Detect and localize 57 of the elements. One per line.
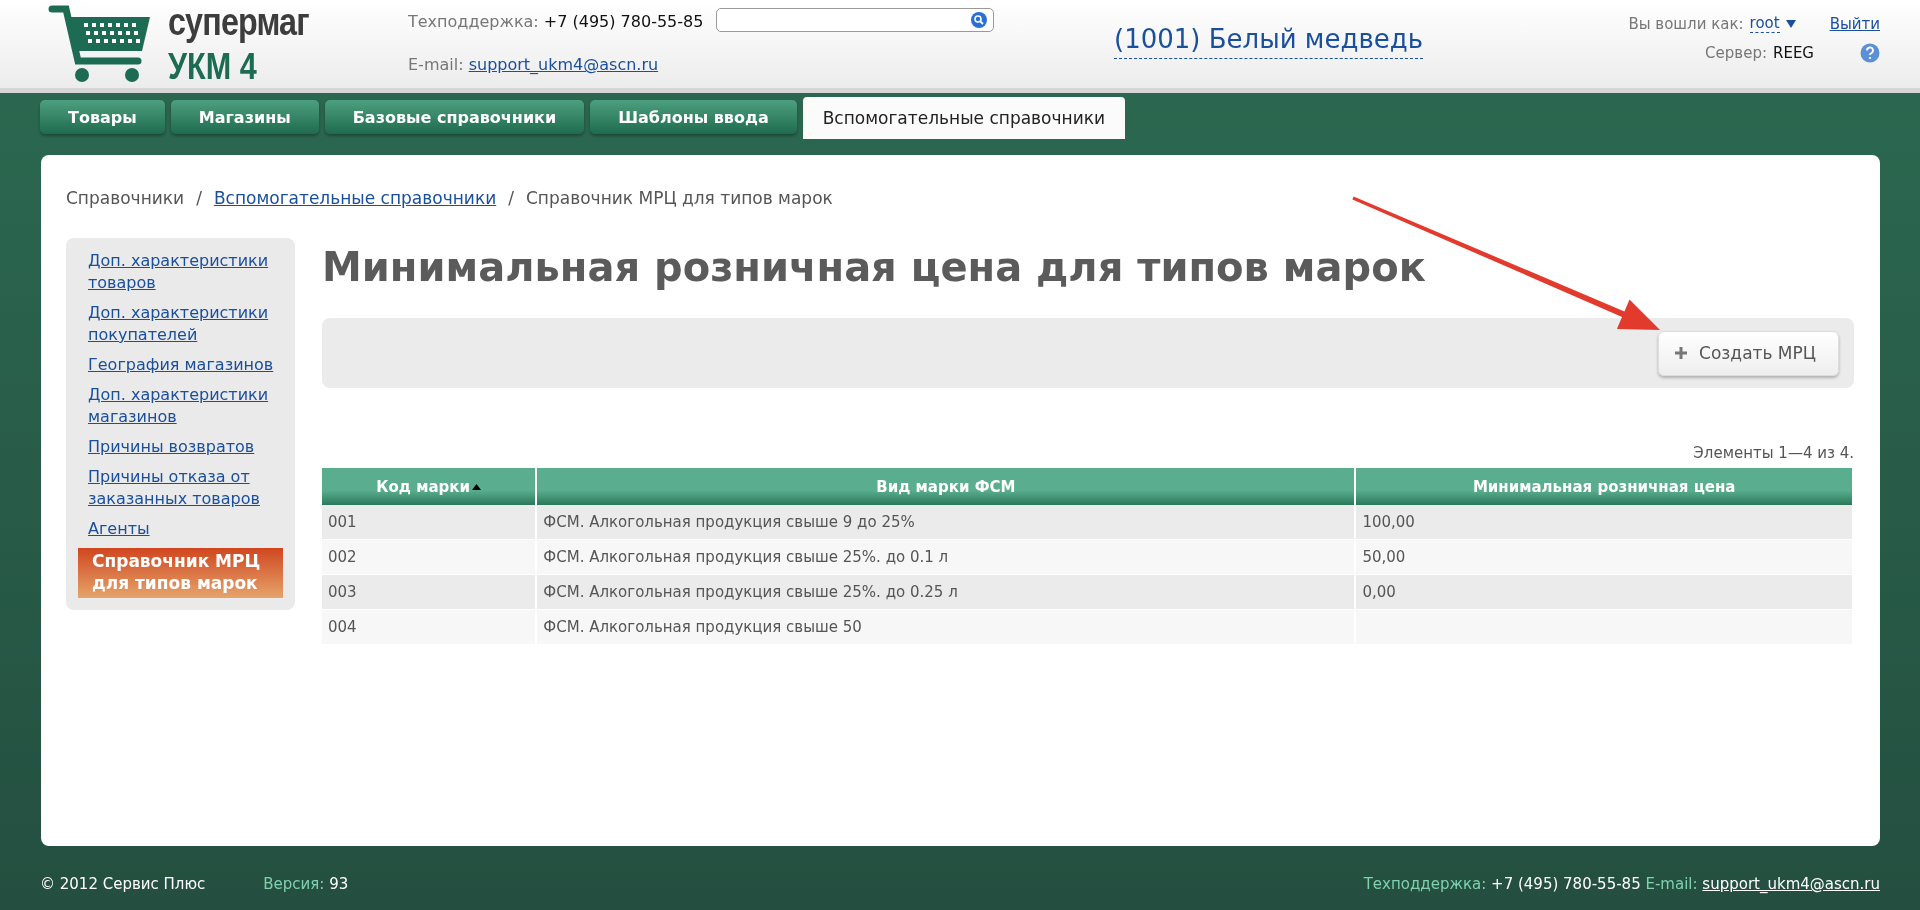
sidebar-item[interactable]: Причины отказа от заказанных товаров [66, 466, 295, 510]
table-cell: 0,00 [1362, 583, 1396, 601]
breadcrumb-item: Справочники [66, 188, 185, 208]
logo-text: супермаг [168, 0, 309, 44]
sidebar-item[interactable]: Доп. характеристики товаров [66, 250, 295, 294]
server-name: REEG [1773, 44, 1814, 62]
footer-email-link[interactable]: support_ukm4@ascn.ru [1702, 875, 1880, 893]
sidebar-item[interactable]: Доп. характеристики магазинов [66, 384, 295, 428]
search-icon[interactable] [971, 12, 987, 28]
sidebar-item[interactable]: География магазинов [66, 354, 295, 376]
sort-up-icon [472, 484, 481, 490]
nav-tab[interactable]: Шаблоны ввода [590, 100, 797, 134]
nav-tab[interactable]: Товары [40, 100, 165, 134]
table-cell: 100,00 [1362, 513, 1415, 531]
table-cell: 002 [328, 548, 357, 566]
footer-email-label: E-mail: [1645, 875, 1698, 893]
sidebar-item[interactable]: Справочник МРЦ для типов марок [78, 548, 283, 598]
table-cell: 50,00 [1362, 548, 1406, 566]
logout-link[interactable]: Выйти [1829, 14, 1880, 33]
server-label: Сервер: [1705, 44, 1767, 62]
table-cell: ФСМ. Алкогольная продукция свыше 50 [543, 618, 862, 636]
table-cell: ФСМ. Алкогольная продукция свыше 25%. до 0.25 л [543, 583, 958, 601]
search-field[interactable] [716, 8, 994, 32]
caret-icon[interactable] [1785, 19, 1796, 28]
sidebar-item[interactable]: Доп. характеристики покупателей [66, 302, 295, 346]
table-cell: ФСМ. Алкогольная продукция свыше 25%. до 0.1 л [543, 548, 949, 566]
items-count: Элементы 1—4 из 4. [1693, 444, 1854, 462]
user-label: Вы вошли как: [1628, 14, 1744, 33]
nav-tab[interactable]: Вспомогательные справочники [802, 97, 1126, 139]
user-menu[interactable]: root [1749, 14, 1780, 33]
store-selector[interactable]: (1001) Белый медведь [1114, 24, 1424, 59]
breadcrumb-item: Справочник МРЦ для типов марок [525, 188, 833, 208]
footer-phone: +7 (495) 780-55-85 [1491, 875, 1641, 893]
sidebar-item[interactable]: Агенты [66, 518, 295, 540]
table-cell: 001 [328, 513, 357, 531]
email-label: E-mail: [408, 55, 464, 74]
support-phone: +7 (495) 780-55-85 [543, 12, 704, 31]
version-number: 93 [329, 875, 349, 893]
table-cell: ФСМ. Алкогольная продукция свыше 9 до 25% [543, 513, 915, 531]
nav-tab[interactable]: Магазины [170, 100, 319, 134]
breadcrumb-separator: / [508, 188, 514, 208]
breadcrumb-separator: / [196, 188, 202, 208]
plus-icon [1675, 347, 1688, 359]
table-cell: 003 [328, 583, 357, 601]
table-cell: 004 [328, 618, 357, 636]
nav-tab[interactable]: Базовые справочники [324, 100, 585, 134]
logo-subtitle: УКМ 4 [168, 45, 258, 88]
email-link[interactable]: support_ukm4@ascn.ru [468, 55, 659, 74]
page-title: Минимальная розничная цена для типов марок [322, 244, 1427, 290]
sidebar-item[interactable]: Причины возвратов [66, 436, 295, 458]
footer-support-label: Техподдержка: [1363, 875, 1487, 893]
create-button[interactable]: Создать МРЦ [1658, 330, 1839, 376]
copyright: © 2012 Сервис Плюс [40, 875, 206, 893]
breadcrumb-link[interactable]: Вспомогательные справочники [213, 188, 497, 208]
version-label: Версия: [263, 875, 325, 893]
support-label: Техподдержка: [408, 12, 539, 31]
help-icon[interactable] [1860, 43, 1880, 63]
